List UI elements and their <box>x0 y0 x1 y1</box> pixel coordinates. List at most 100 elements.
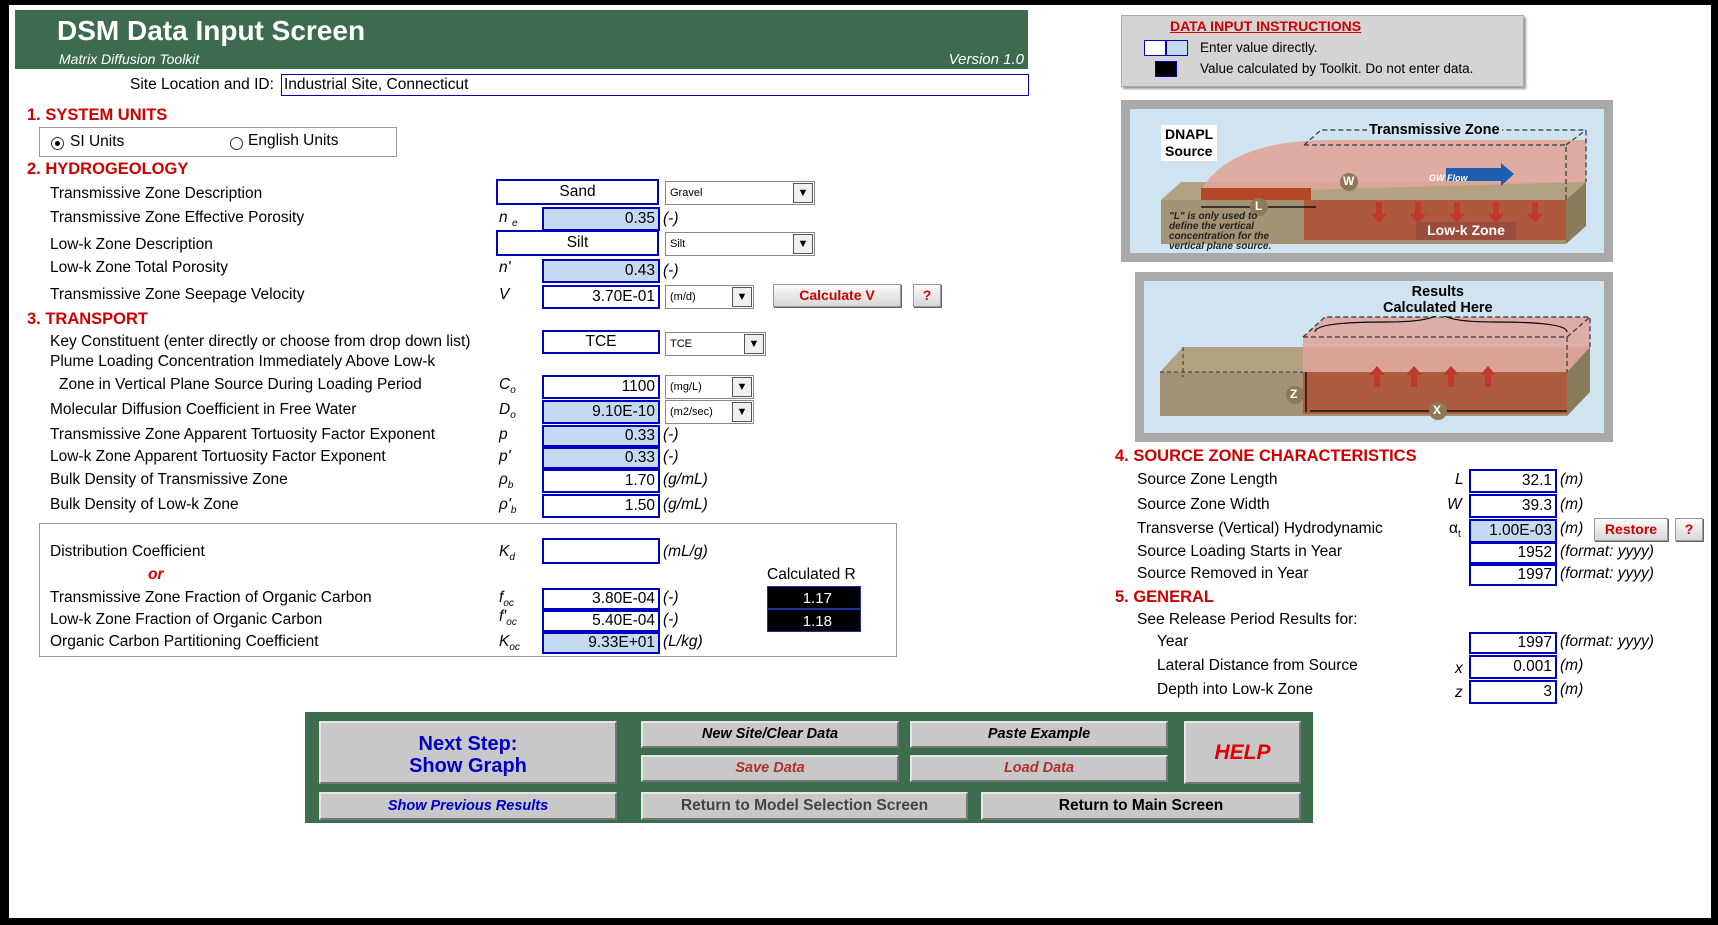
concentration-label-line1: Plume Loading Concentration Immediately … <box>50 353 436 370</box>
tz-porosity-label: Transmissive Zone Effective Porosity <box>50 209 305 226</box>
dnapl-label-line1: DNAPL <box>1165 126 1214 142</box>
velocity-help-button[interactable]: ? <box>913 284 941 307</box>
legend-white-swatch <box>1144 40 1166 56</box>
koc-symbol-sub: oc <box>509 642 520 654</box>
depth-unit: (m) <box>1560 681 1584 698</box>
lk-tortuosity-input[interactable]: 0.33 <box>542 447 660 469</box>
si-units-label[interactable]: SI Units <box>70 133 124 151</box>
dispersivity-label: Transverse (Vertical) Hydrodynamic <box>1137 520 1383 537</box>
lateral-distance-input[interactable]: 0.001 <box>1469 655 1557 679</box>
lk-dropdown-value: Silt <box>670 238 686 250</box>
key-constituent-input[interactable]: TCE <box>542 330 660 354</box>
velocity-unit-value: (m/d) <box>670 291 696 303</box>
lateral-distance-label: Lateral Distance from Source <box>1157 657 1358 674</box>
page-title: DSM Data Input Screen <box>57 15 366 46</box>
chevron-down-icon[interactable]: ▼ <box>793 234 813 254</box>
chevron-down-icon[interactable]: ▼ <box>793 183 813 203</box>
calculate-v-button[interactable]: Calculate V <box>773 284 901 307</box>
loading-start-input[interactable]: 1952 <box>1469 542 1557 564</box>
concentration-symbol: Co <box>499 376 516 396</box>
key-constituent-dropdown[interactable]: TCE ▼ <box>665 332 766 356</box>
concentration-input[interactable]: 1100 <box>542 375 660 399</box>
lk-tortuosity-symbol: p' <box>499 448 511 465</box>
lk-tortuosity-unit: (-) <box>663 448 679 465</box>
english-units-radio[interactable] <box>230 137 243 150</box>
key-constituent-label: Key Constituent (enter directly or choos… <box>50 333 471 350</box>
tz-porosity-input[interactable]: 0.35 <box>542 207 660 231</box>
loading-start-unit: (format: yyyy) <box>1560 543 1654 560</box>
site-location-input[interactable]: Industrial Site, Connecticut <box>281 74 1029 96</box>
concentration-unit-dropdown[interactable]: (mg/L) ▼ <box>665 375 754 399</box>
lk-description-dropdown[interactable]: Silt ▼ <box>665 232 815 256</box>
lk-bulk-density-symbol-text: ρ' <box>499 496 511 513</box>
result-year-unit: (format: yyyy) <box>1560 633 1654 650</box>
chevron-down-icon[interactable]: ▼ <box>744 334 764 354</box>
chevron-down-icon[interactable]: ▼ <box>732 287 752 307</box>
lk-bulk-density-unit: (g/mL) <box>663 496 708 513</box>
chevron-down-icon[interactable]: ▼ <box>732 402 752 422</box>
dispersivity-input[interactable]: 1.00E-03 <box>1469 519 1557 543</box>
new-site-button[interactable]: New Site/Clear Data <box>641 721 899 748</box>
lk-foc-input[interactable]: 5.40E-04 <box>542 610 660 632</box>
version-label: Version 1.0 <box>948 51 1024 68</box>
model-selection-button[interactable]: Return to Model Selection Screen <box>641 792 968 820</box>
tz-tortuosity-input[interactable]: 0.33 <box>542 425 660 447</box>
lk-foc-symbol: f'oc <box>499 608 517 628</box>
source-length-input[interactable]: 32.1 <box>1469 469 1557 493</box>
result-year-label: Year <box>1157 633 1189 650</box>
dispersivity-help-button[interactable]: ? <box>1675 518 1703 541</box>
save-data-button[interactable]: Save Data <box>641 755 899 782</box>
conceptual-diagram-bottom: Results Calculated Here Z X <box>1135 272 1613 442</box>
velocity-unit-dropdown[interactable]: (m/d) ▼ <box>665 285 754 309</box>
koc-symbol: Koc <box>499 633 520 653</box>
concentration-symbol-sub: o <box>510 385 516 397</box>
koc-symbol-text: K <box>499 633 510 650</box>
diffusion-input[interactable]: 9.10E-10 <box>542 400 660 424</box>
section-system-units: 1. SYSTEM UNITS <box>27 106 168 124</box>
calculated-r-label: Calculated R <box>767 566 856 583</box>
paste-example-button[interactable]: Paste Example <box>910 721 1168 748</box>
lk-tortuosity-label: Low-k Zone Apparent Tortuosity Factor Ex… <box>50 448 386 465</box>
result-year-input[interactable]: 1997 <box>1469 632 1557 654</box>
main-screen-button[interactable]: Return to Main Screen <box>981 792 1301 820</box>
or-label: or <box>148 566 164 583</box>
tz-porosity-symbol: n e <box>499 209 518 229</box>
lk-description-input[interactable]: Silt <box>496 230 659 256</box>
show-previous-results-button[interactable]: Show Previous Results <box>319 792 617 820</box>
tz-bulk-density-input[interactable]: 1.70 <box>542 469 660 493</box>
si-units-radio[interactable] <box>51 137 64 150</box>
chevron-down-icon[interactable]: ▼ <box>732 377 752 397</box>
koc-input[interactable]: 9.33E+01 <box>542 632 660 654</box>
tz-bulk-density-label: Bulk Density of Transmissive Zone <box>50 471 288 488</box>
tz-description-dropdown[interactable]: Gravel ▼ <box>665 181 815 205</box>
loading-start-label: Source Loading Starts in Year <box>1137 543 1343 560</box>
diffusion-unit-value: (m2/sec) <box>670 406 713 418</box>
l-note: "L" is only used to define the vertical … <box>1169 212 1271 252</box>
diagram-bottom-svg <box>1144 281 1604 433</box>
help-button[interactable]: HELP <box>1184 721 1301 784</box>
depth-input[interactable]: 3 <box>1469 680 1557 704</box>
velocity-label: Transmissive Zone Seepage Velocity <box>50 286 305 303</box>
l-note-line4: vertical plane source. <box>1169 241 1272 252</box>
tz-description-input[interactable]: Sand <box>496 179 659 205</box>
source-width-input[interactable]: 39.3 <box>1469 494 1557 518</box>
concentration-unit-value: (mg/L) <box>670 381 702 393</box>
tz-porosity-symbol-text: n <box>499 209 508 226</box>
load-data-button[interactable]: Load Data <box>910 755 1168 782</box>
diffusion-unit-dropdown[interactable]: (m2/sec) ▼ <box>665 400 754 424</box>
restore-button[interactable]: Restore <box>1594 518 1668 541</box>
lk-porosity-input[interactable]: 0.43 <box>542 259 660 283</box>
lk-bulk-density-input[interactable]: 1.50 <box>542 494 660 518</box>
dispersivity-unit: (m) <box>1560 520 1584 537</box>
source-removed-input[interactable]: 1997 <box>1469 564 1557 586</box>
concentration-label: Zone in Vertical Plane Source During Loa… <box>59 376 422 393</box>
show-graph-button[interactable]: Next Step: Show Graph <box>319 721 617 784</box>
legend-calc-text: Value calculated by Toolkit. Do not ente… <box>1200 61 1474 76</box>
results-label-line1: Results <box>1411 284 1464 300</box>
tz-foc-input[interactable]: 3.80E-04 <box>542 588 660 610</box>
kd-input[interactable] <box>542 538 660 564</box>
english-units-label[interactable]: English Units <box>248 132 338 150</box>
velocity-input[interactable]: 3.70E-01 <box>542 285 660 309</box>
source-removed-label: Source Removed in Year <box>1137 565 1309 582</box>
tz-bulk-density-symbol-text: ρ <box>499 471 508 488</box>
